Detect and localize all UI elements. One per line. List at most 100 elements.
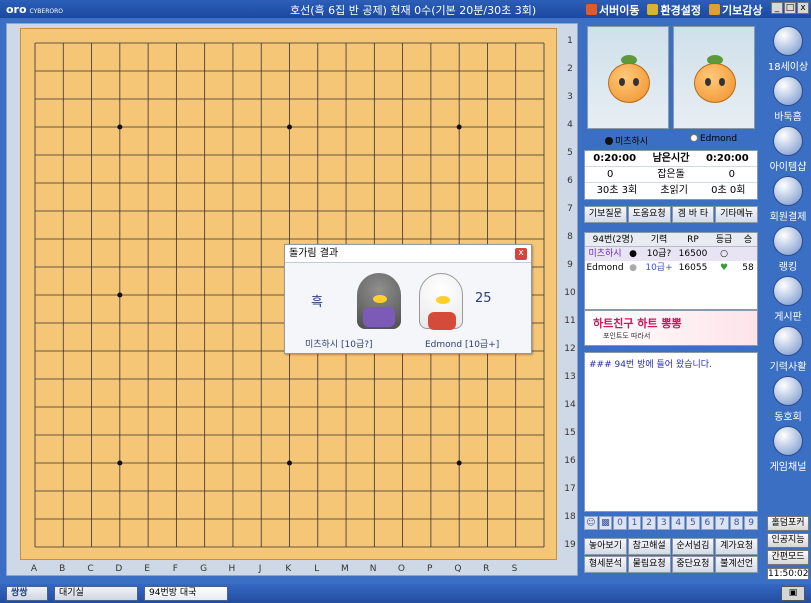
- server-move-button[interactable]: 서버이동: [586, 2, 639, 18]
- action-buttons-1: 기보질문 도움요청 겜 바 타 기타메뉴: [584, 206, 758, 223]
- bulletin-button[interactable]: 게시판: [765, 276, 811, 323]
- game-channel-button[interactable]: 게임채널: [765, 426, 811, 473]
- star-point: [287, 124, 292, 130]
- analysis-button[interactable]: 형세분석: [584, 556, 627, 573]
- number-button[interactable]: 7: [715, 516, 729, 530]
- row-label: 15: [564, 428, 576, 438]
- holdem-button[interactable]: 홀덤포커: [767, 516, 809, 531]
- taskbar-pair-button[interactable]: 쌍쌍: [6, 586, 48, 601]
- item-shop-button[interactable]: 아이템샵: [765, 126, 811, 173]
- col-label: M: [341, 564, 349, 574]
- star-point: [117, 292, 123, 298]
- gem-button[interactable]: 겜 바 타: [671, 206, 715, 223]
- kifu-question-button[interactable]: 기보질문: [584, 206, 627, 223]
- simple-mode-button[interactable]: 간편모드: [767, 550, 809, 565]
- col-label: J: [258, 564, 262, 574]
- settings-button[interactable]: 환경설정: [647, 2, 701, 18]
- number-button[interactable]: 1: [627, 516, 642, 530]
- count-request-button[interactable]: 계가요청: [715, 538, 758, 555]
- number-button[interactable]: 9: [744, 516, 758, 530]
- black-player-label: 미츠하시 [10급?]: [305, 340, 373, 350]
- captured-label: 잡은돌: [657, 169, 685, 180]
- undo-request-button[interactable]: 물림요청: [627, 556, 671, 573]
- col-label: S: [511, 564, 518, 574]
- resign-button[interactable]: 불계선언: [715, 556, 758, 573]
- emoticon-number-row: ☺ ▩ 0 1 2 3 4 5 6 7 8 9: [584, 516, 758, 530]
- ranking-button[interactable]: 랭킹: [765, 226, 811, 273]
- pass-button[interactable]: 순서넘김: [671, 538, 715, 555]
- white-player-name: Edmond: [689, 134, 737, 147]
- title-bar: oro CYBERORO 호선(흑 6집 반 공제) 현재 0수(기본 20분/3…: [0, 0, 811, 18]
- white-character-image: [419, 273, 463, 330]
- white-captured: 0: [728, 169, 736, 180]
- number-button[interactable]: 2: [642, 516, 656, 530]
- col-label: K: [285, 564, 292, 574]
- club-button[interactable]: 동호회: [765, 376, 811, 423]
- home-button[interactable]: 바둑홈: [765, 76, 811, 123]
- col-label: D: [115, 564, 123, 574]
- black-byoyomi: 30초 3회: [596, 185, 638, 196]
- emoticon-button[interactable]: ▩: [598, 516, 613, 530]
- action-buttons-3: 형세분석 물림요청 중단요청 불계선언: [584, 556, 758, 573]
- help-request-button[interactable]: 도움요청: [627, 206, 671, 223]
- chat-log[interactable]: ### 94번 방에 들어 왔습니다.: [584, 352, 758, 512]
- col-label: L: [314, 564, 320, 574]
- kifu-button[interactable]: 기보감상: [708, 2, 762, 18]
- dialog-title: 돌가림 결과: [285, 245, 531, 263]
- col-label: B: [59, 564, 66, 574]
- table-row[interactable]: Edmond ● 10급+ 16055 ♥ 58: [585, 261, 757, 275]
- player-names: 미츠하시 Edmond: [584, 134, 758, 147]
- taskbar-lobby-button[interactable]: 대기실: [54, 586, 138, 601]
- adult-button[interactable]: 18세이상: [765, 26, 811, 73]
- number-button[interactable]: 4: [671, 516, 686, 530]
- club-icon: [773, 376, 803, 406]
- black-character-image: [357, 273, 401, 329]
- timer-box: 0:20:00 남은시간 0:20:00 0 잡은돌 0 30초 3회 초읽기 0초 0회: [584, 150, 758, 200]
- stop-request-button[interactable]: 중단요청: [671, 556, 715, 573]
- row-label: 14: [564, 400, 576, 410]
- row-label: 3: [567, 92, 573, 102]
- place-stone-button[interactable]: 놓아보기: [584, 538, 627, 555]
- star-point: [117, 124, 123, 130]
- ai-button[interactable]: 인공지능: [767, 533, 809, 548]
- taskbar-game-room-button[interactable]: 94번방 대국: [144, 586, 228, 601]
- white-result: 25: [475, 291, 492, 306]
- dialog-close-button[interactable]: x: [515, 248, 527, 260]
- row-label: 7: [567, 204, 573, 214]
- number-button[interactable]: 3: [656, 516, 671, 530]
- minimize-button[interactable]: _: [771, 2, 783, 14]
- white-player-avatar: [673, 26, 755, 129]
- number-button[interactable]: 0: [613, 516, 627, 530]
- row-label: 11: [564, 316, 576, 326]
- row-label: 17: [564, 484, 576, 494]
- col-label: N: [369, 564, 377, 574]
- taskbar-tray-icon[interactable]: ▣: [781, 586, 805, 601]
- other-menu-button[interactable]: 기타메뉴: [715, 206, 758, 223]
- payment-button[interactable]: 회원결제: [765, 176, 811, 223]
- row-label: 8: [567, 232, 573, 242]
- col-label: P: [426, 564, 433, 574]
- window-controls: _ □ x: [771, 2, 809, 14]
- reference-button[interactable]: 참고해설: [627, 538, 671, 555]
- col-label: F: [172, 564, 178, 574]
- black-player-name: 미츠하시: [604, 134, 648, 147]
- black-stone-icon: ●: [629, 249, 637, 259]
- board-icon: [773, 276, 803, 306]
- number-button[interactable]: 8: [729, 516, 744, 530]
- number-button[interactable]: 5: [686, 516, 700, 530]
- table-row[interactable]: 미츠하시 ● 10급? 16500 ○: [585, 247, 757, 261]
- home-icon: [773, 76, 803, 106]
- action-buttons-2: 놓아보기 참고해설 순서넘김 계가요청: [584, 538, 758, 555]
- black-player-avatar: [587, 26, 669, 129]
- close-button[interactable]: x: [797, 2, 809, 14]
- maximize-button[interactable]: □: [784, 2, 796, 14]
- room-player-table: 94번(2명) 기력 RP 등급 승 미츠하시 ● 10급? 16500 ○ E…: [584, 232, 758, 310]
- right-menu: 18세이상 바둑홈 아이템샵 회원결제 랭킹 게시판 기력사활 동호회 게임채널…: [765, 22, 811, 580]
- white-stone-icon: ●: [629, 263, 637, 273]
- number-button[interactable]: 6: [700, 516, 715, 530]
- puzzle-button[interactable]: 기력사활: [765, 326, 811, 373]
- emoticon-button[interactable]: ☺: [584, 516, 598, 530]
- ad-banner[interactable]: 하트친구 하트 뽕뽕 포인트도 따라서: [584, 310, 758, 346]
- server-icon: [586, 4, 597, 15]
- col-label: G: [200, 564, 208, 574]
